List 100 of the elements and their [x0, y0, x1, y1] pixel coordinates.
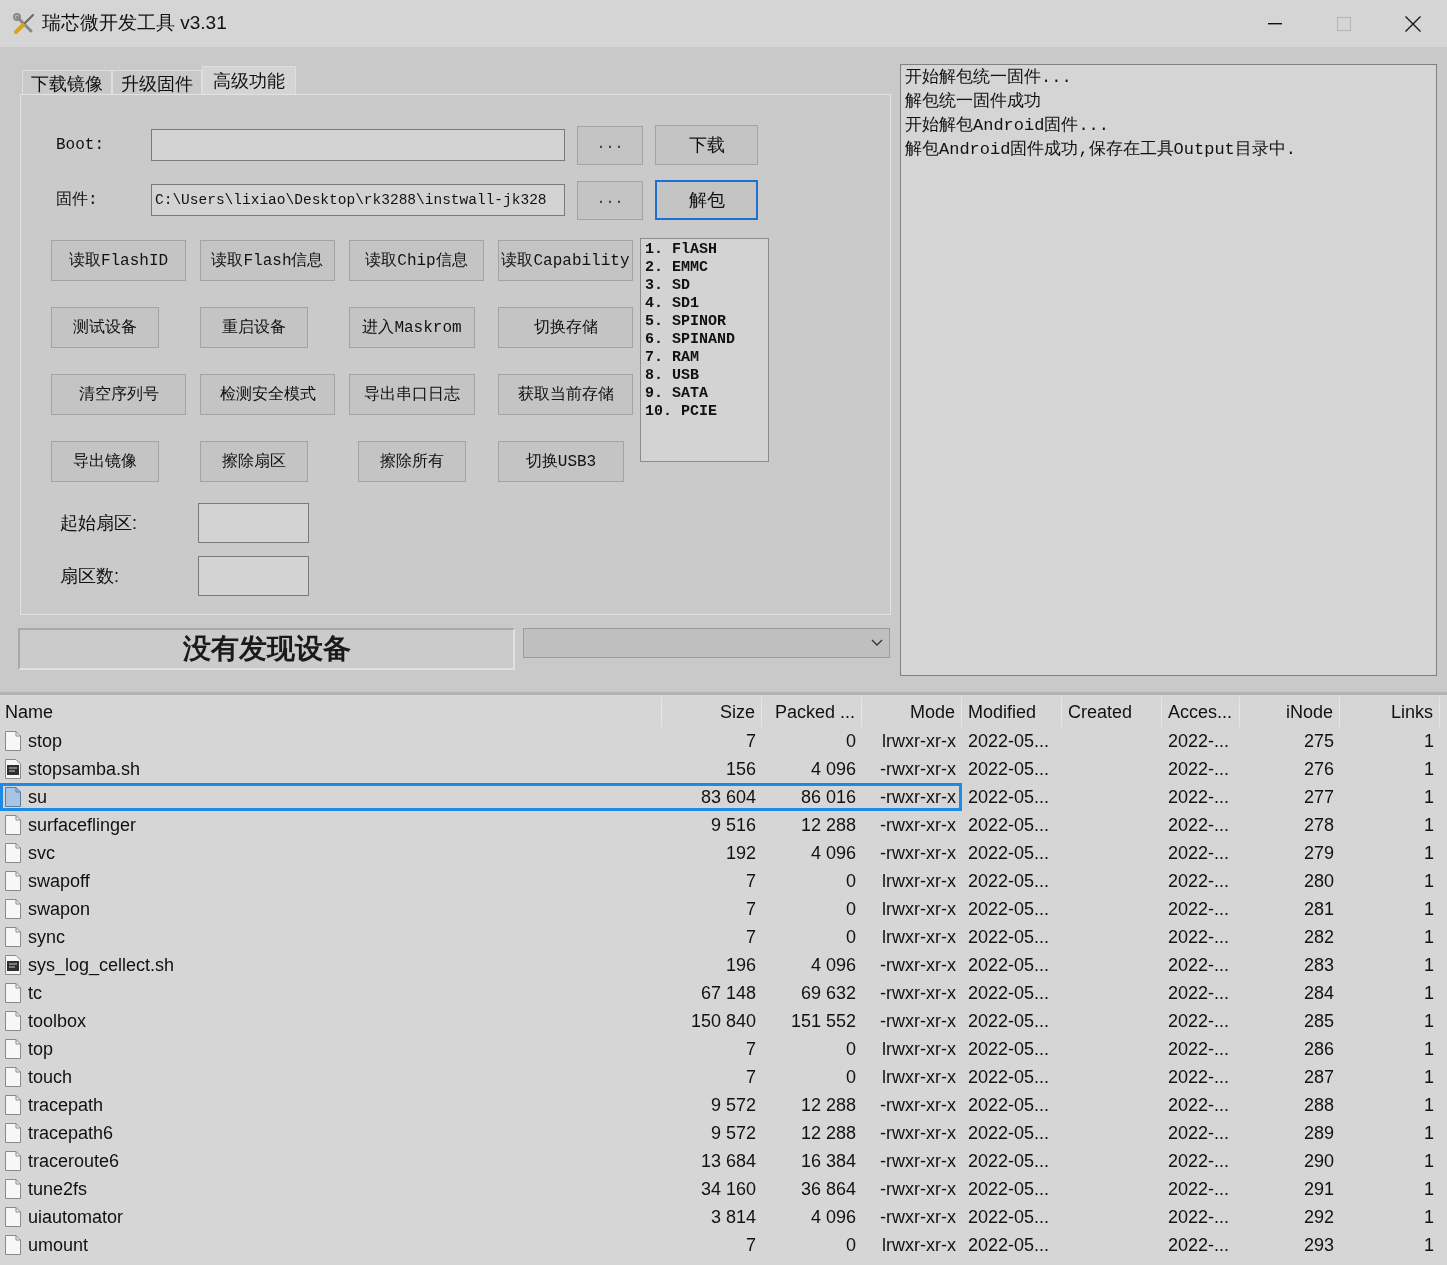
file-entry[interactable]: stop 7 0 lrwxr-xr-x — [0, 727, 962, 755]
list-item[interactable]: 6. SPINAND — [645, 331, 768, 349]
tab[interactable]: 升级固件 — [112, 70, 202, 96]
file-name: top — [28, 1038, 54, 1061]
list-item[interactable]: 3. SD — [645, 277, 768, 295]
column-header[interactable]: iNode — [1240, 697, 1340, 727]
list-item[interactable]: 5. SPINOR — [645, 313, 768, 331]
file-entry[interactable]: touch 7 0 lrwxr-xr-x — [0, 1063, 962, 1091]
file-entry[interactable]: tc 67 148 69 632 -rwxr-xr-x — [0, 979, 962, 1007]
file-entry[interactable]: stopsamba.sh 156 4 096 -rwxr-xr-x — [0, 755, 962, 783]
log-line: 解包统一固件成功 — [905, 91, 1042, 113]
action-button[interactable]: 解包 — [655, 180, 758, 220]
table-cell-text: 280 — [1302, 870, 1335, 893]
tool-button[interactable]: 检测安全模式 — [200, 374, 335, 415]
file-entry[interactable]: surfaceflinger 9 516 12 288 -rwxr-xr-x — [0, 811, 962, 839]
tool-button[interactable]: 擦除扇区 — [200, 441, 308, 482]
tab[interactable]: 高级功能 — [202, 66, 296, 94]
table-cell-text: -rwxr-xr-x — [879, 1150, 957, 1173]
list-item[interactable]: 1. FlASH — [645, 241, 768, 259]
table-cell-text: -rwxr-xr-x — [879, 954, 957, 977]
list-item[interactable]: 9. SATA — [645, 385, 768, 403]
tool-button[interactable]: 切换USB3 — [498, 441, 624, 482]
file-icon — [5, 1235, 21, 1255]
column-header[interactable]: Links — [1340, 697, 1440, 727]
file-entry[interactable]: sys_log_cellect.sh 196 4 096 -rwxr-xr-x — [0, 951, 962, 979]
path-field[interactable]: C:\Users\lixiao\Desktop\rk3288\instwall-jk328 — [151, 184, 565, 216]
file-entry[interactable]: umount 7 0 lrwxr-xr-x — [0, 1231, 962, 1259]
log-line: 解包Android固件成功,保存在工具Output目录中. — [905, 139, 1298, 161]
table-cell-text: 2022-... — [1167, 982, 1231, 1005]
file-entry[interactable]: tracepath6 9 572 12 288 -rwxr-xr-x — [0, 1119, 962, 1147]
file-entry[interactable]: tracepath 9 572 12 288 -rwxr-xr-x — [0, 1091, 962, 1119]
tool-button[interactable]: 读取Flash信息 — [200, 240, 335, 281]
file-entry[interactable]: top 7 0 lrwxr-xr-x — [0, 1035, 962, 1063]
file-entry[interactable]: swapon 7 0 lrwxr-xr-x — [0, 895, 962, 923]
file-entry[interactable]: uiautomator 3 814 4 096 -rwxr-xr-x — [0, 1203, 962, 1231]
file-name: umount — [28, 1234, 89, 1257]
table-cell-text: 281 — [1302, 898, 1335, 921]
list-item[interactable]: 10. PCIE — [645, 403, 768, 421]
maximize-icon — [1336, 16, 1351, 31]
table-cell-text: 34 160 — [699, 1178, 757, 1201]
table-cell-text: 1 — [1423, 1178, 1435, 1201]
table-cell-text: 286 — [1302, 1038, 1335, 1061]
table-cell-text: -rwxr-xr-x — [879, 1094, 957, 1117]
table-cell-text: lrwxr-xr-x — [881, 898, 957, 921]
column-header[interactable]: Name — [0, 697, 662, 727]
tool-button[interactable]: 测试设备 — [51, 307, 159, 348]
table-cell-text: 292 — [1302, 1206, 1335, 1229]
tab[interactable]: 下载镜像 — [22, 70, 112, 96]
tool-button[interactable]: 切换存储 — [498, 307, 633, 348]
table-cell-text: 13 684 — [699, 1150, 757, 1173]
column-header[interactable]: Created — [1062, 697, 1162, 727]
column-header[interactable]: Acces... — [1162, 697, 1240, 727]
tool-button[interactable]: 清空序列号 — [51, 374, 186, 415]
tool-button[interactable]: 读取FlashID — [51, 240, 186, 281]
table-cell-text: 7 — [745, 1038, 757, 1061]
path-field[interactable] — [151, 129, 565, 161]
table-cell-text: 279 — [1302, 842, 1335, 865]
device-dropdown[interactable] — [523, 628, 890, 658]
column-header[interactable]: Modified — [962, 697, 1062, 727]
tool-button[interactable]: 进入Maskrom — [349, 307, 475, 348]
file-icon — [5, 843, 21, 863]
table-cell-text: 1 — [1423, 814, 1435, 837]
tool-button[interactable]: 导出镜像 — [51, 441, 159, 482]
file-entry[interactable]: sync 7 0 lrwxr-xr-x — [0, 923, 962, 951]
browse-button[interactable]: ... — [577, 125, 643, 165]
table-cell-text: 0 — [845, 926, 857, 949]
tool-button[interactable]: 重启设备 — [200, 307, 308, 348]
tool-button[interactable]: 读取Chip信息 — [349, 240, 484, 281]
list-item[interactable]: 7. RAM — [645, 349, 768, 367]
file-icon — [5, 1067, 21, 1087]
list-item[interactable]: 4. SD1 — [645, 295, 768, 313]
number-field[interactable] — [198, 503, 309, 543]
list-item[interactable]: 8. USB — [645, 367, 768, 385]
browse-button[interactable]: ... — [577, 180, 643, 220]
number-field[interactable] — [198, 556, 309, 596]
table-cell-text: 2022-... — [1167, 814, 1231, 837]
tool-button[interactable]: 导出串口日志 — [349, 374, 475, 415]
tool-button[interactable]: 获取当前存储 — [498, 374, 633, 415]
file-name: svc — [28, 842, 55, 865]
table-cell-text: 1 — [1423, 758, 1435, 781]
file-entry[interactable]: traceroute6 13 684 16 384 -rwxr-xr-x — [0, 1147, 962, 1175]
list-item[interactable]: 2. EMMC — [645, 259, 768, 277]
tool-button[interactable]: 读取Capability — [498, 240, 633, 281]
file-entry[interactable]: svc 192 4 096 -rwxr-xr-x — [0, 839, 962, 867]
file-icon — [5, 1011, 21, 1031]
table-cell-text: -rwxr-xr-x — [879, 1010, 957, 1033]
action-button[interactable]: 下载 — [655, 125, 758, 165]
file-entry[interactable]: swapoff 7 0 lrwxr-xr-x — [0, 867, 962, 895]
table-cell-text: 285 — [1302, 1010, 1335, 1033]
file-entry[interactable]: toolbox 150 840 151 552 -rwxr-xr-x — [0, 1007, 962, 1035]
file-entry[interactable]: su 83 604 86 016 -rwxr-xr-x — [0, 783, 962, 811]
tool-button[interactable]: 擦除所有 — [358, 441, 466, 482]
column-header[interactable]: Size — [662, 697, 762, 727]
file-icon — [5, 927, 21, 947]
column-header[interactable]: Packed ... — [762, 697, 862, 727]
table-cell-text: lrwxr-xr-x — [881, 926, 957, 949]
file-entry[interactable]: tune2fs 34 160 36 864 -rwxr-xr-x — [0, 1175, 962, 1203]
table-cell-text: 2022-... — [1167, 898, 1231, 921]
column-header[interactable]: Mode — [862, 697, 962, 727]
file-name: touch — [28, 1066, 73, 1089]
